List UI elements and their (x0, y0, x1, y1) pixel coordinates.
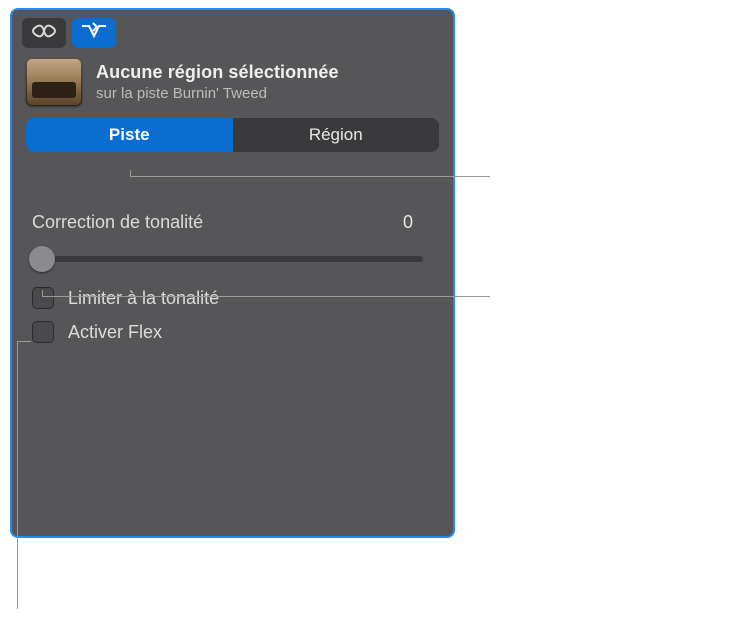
panel-toolbar (12, 10, 453, 52)
tab-piste[interactable]: Piste (26, 118, 233, 152)
loop-icon (30, 23, 58, 44)
slider-thumb[interactable] (29, 246, 55, 272)
limit-to-key-checkbox[interactable] (32, 287, 54, 309)
track-subtitle: sur la piste Burnin' Tweed (96, 85, 339, 102)
pitch-correction-label: Correction de tonalité (32, 212, 203, 233)
track-thumbnail[interactable] (26, 58, 82, 106)
pitch-correction-row: Correction de tonalité 0 (12, 162, 453, 239)
callout-line-checkbox-v (17, 341, 18, 609)
limit-to-key-label: Limiter à la tonalité (68, 288, 219, 309)
track-inspector-panel: Aucune région sélectionnée sur la piste … (10, 8, 455, 538)
limit-to-key-row: Limiter à la tonalité (12, 281, 453, 315)
callout-line-checkbox-h (17, 341, 31, 342)
callout-line-tabs (130, 176, 490, 177)
track-header: Aucune région sélectionnée sur la piste … (12, 52, 453, 114)
slider-track (42, 256, 423, 262)
filter-routing-icon (79, 22, 109, 45)
enable-flex-checkbox[interactable] (32, 321, 54, 343)
routing-button[interactable] (72, 18, 116, 48)
enable-flex-row: Activer Flex (12, 315, 453, 349)
pitch-correction-value: 0 (403, 212, 413, 233)
piste-region-segmented-control: Piste Région (26, 118, 439, 152)
enable-flex-label: Activer Flex (68, 322, 162, 343)
tab-region[interactable]: Région (233, 118, 440, 152)
callout-line-slider (42, 296, 490, 297)
pitch-correction-slider[interactable] (34, 245, 431, 273)
selection-title: Aucune région sélectionnée (96, 62, 339, 83)
loop-mode-button[interactable] (22, 18, 66, 48)
